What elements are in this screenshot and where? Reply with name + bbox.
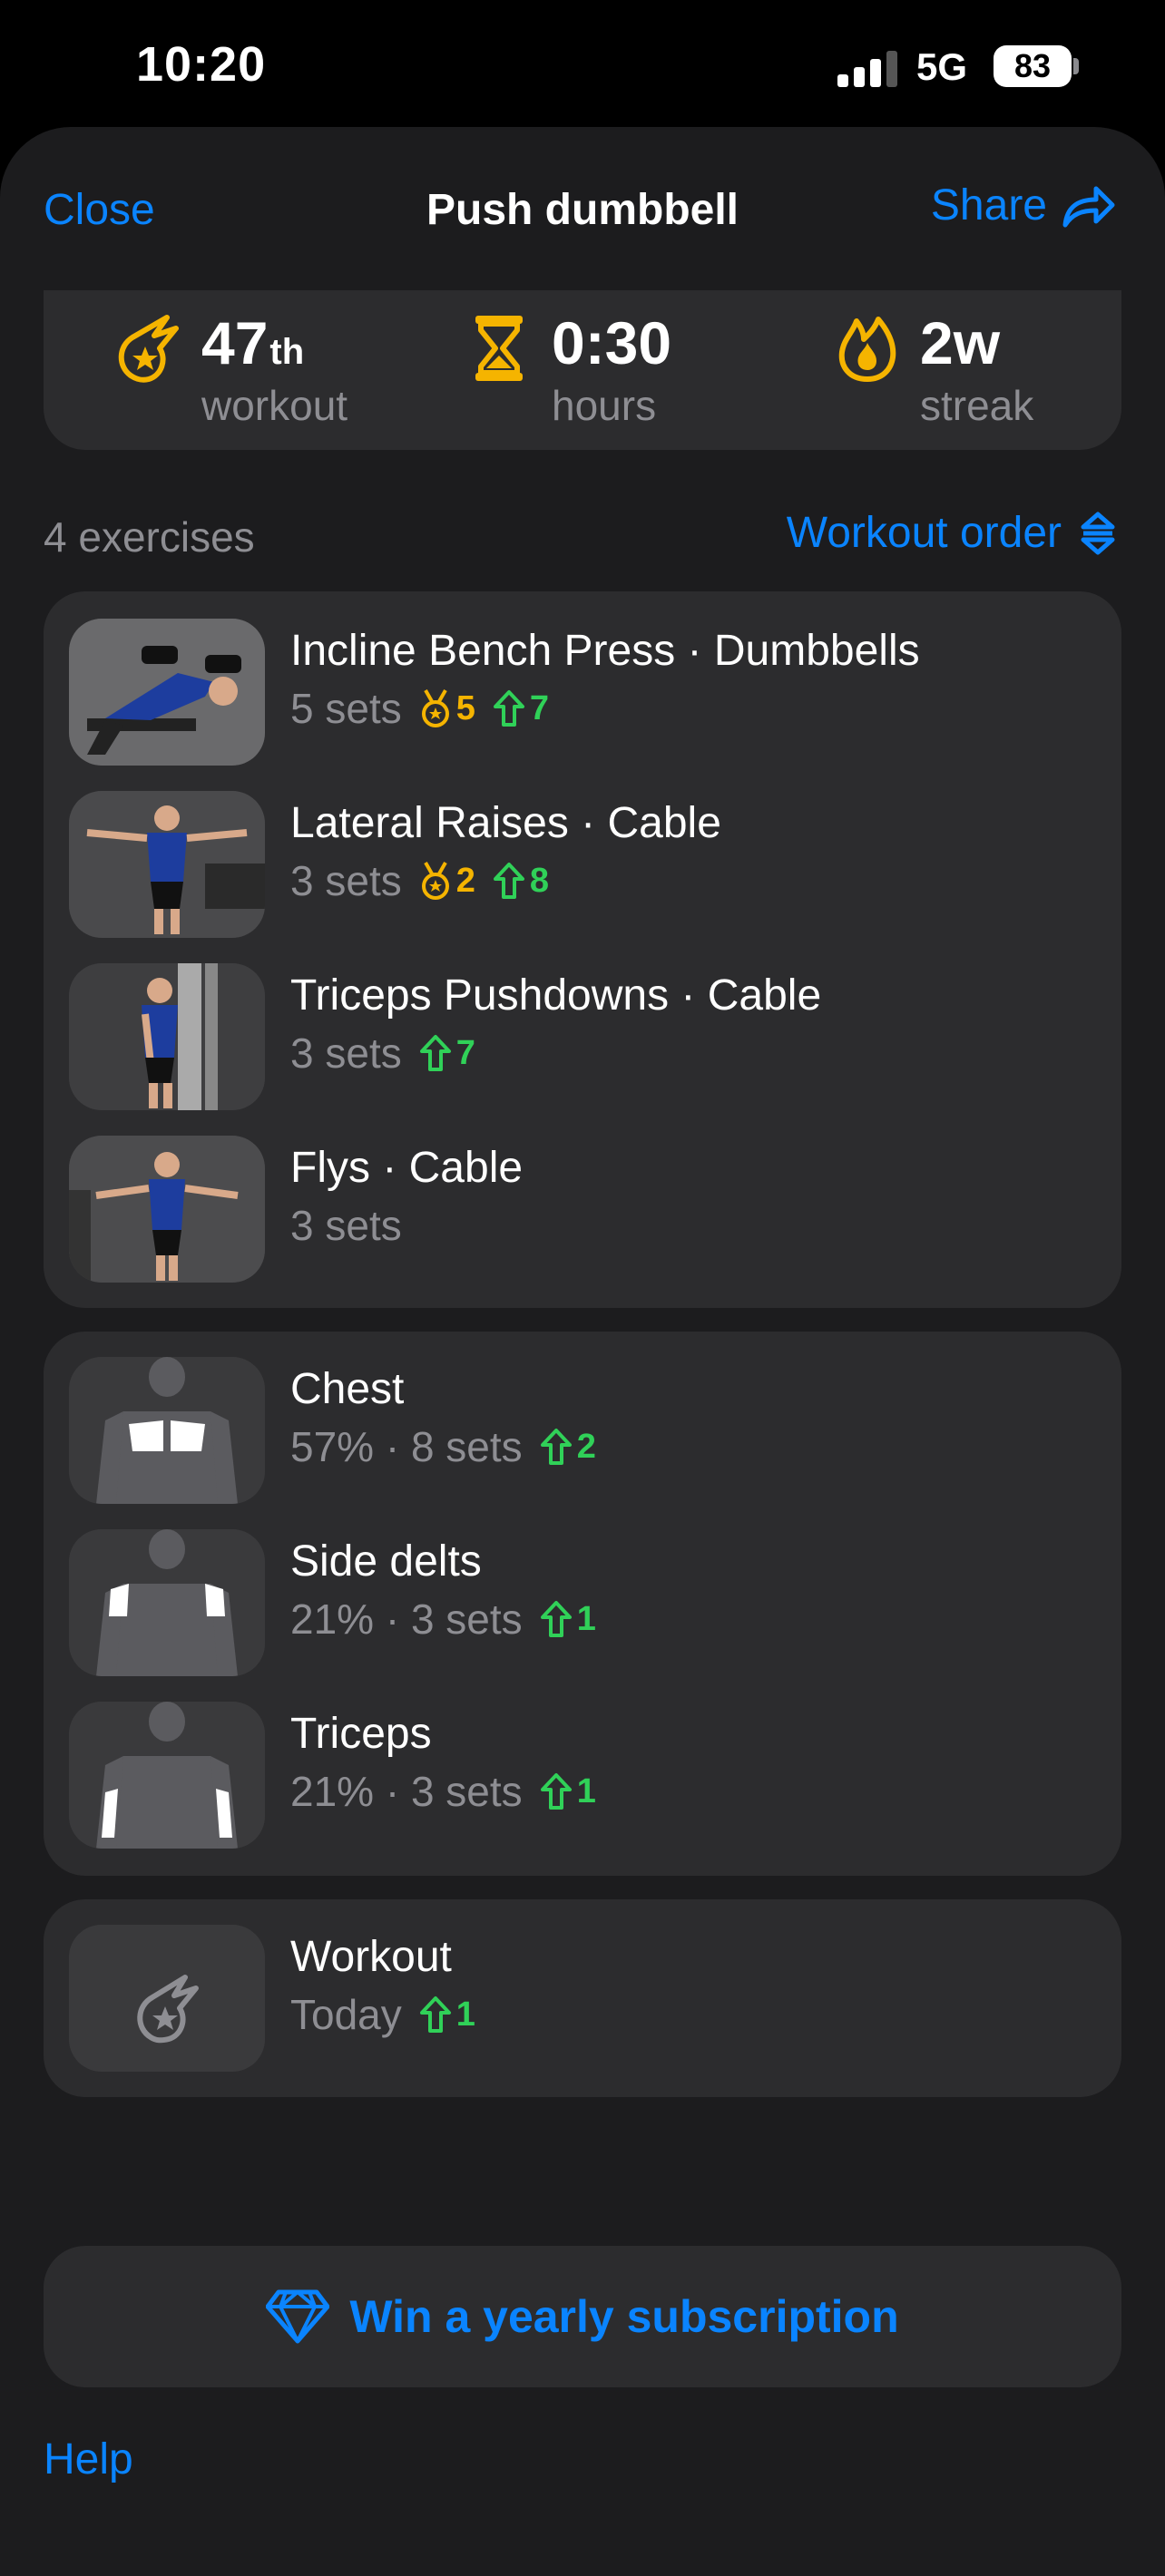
improvement-count: 1 xyxy=(576,1599,596,1638)
meteor-star-icon xyxy=(69,1925,265,2072)
status-bar: 10:20 5G 83 xyxy=(0,0,1165,127)
personal-record-badge: 5 xyxy=(418,688,475,728)
share-label: Share xyxy=(930,181,1047,229)
stat-value: 47 xyxy=(201,309,269,376)
exercise-name: Triceps Pushdowns · Cable xyxy=(290,971,822,1020)
share-button[interactable]: Share xyxy=(931,180,1116,230)
exercise-thumbnail xyxy=(69,791,265,938)
muscle-detail: 21% · 3 sets xyxy=(290,1768,523,1815)
improvement-badge: 1 xyxy=(539,1771,596,1811)
arrow-up-icon xyxy=(540,1429,572,1465)
stats-card: 47th workout 0:30 hours 2w streak xyxy=(44,290,1121,450)
diamond-icon xyxy=(266,2289,330,2344)
arrow-up-icon xyxy=(540,1601,572,1637)
exercises-card: Incline Bench Press · Dumbbells 5 sets 5… xyxy=(44,591,1121,1308)
improvement-badge: 1 xyxy=(418,1995,475,2034)
stat-suffix: th xyxy=(269,332,305,372)
triceps-muscle-icon xyxy=(69,1702,265,1849)
meteor-star-icon xyxy=(118,315,179,383)
exercise-sets: 3 sets xyxy=(290,1029,402,1077)
stat-value: 2w xyxy=(920,309,1001,376)
muscle-detail: 21% · 3 sets xyxy=(290,1595,523,1643)
workout-name: Workout xyxy=(290,1933,452,1981)
medal-count: 2 xyxy=(455,861,475,900)
workout-order-label: Workout order xyxy=(786,509,1062,557)
muscle-detail: 57% · 8 sets xyxy=(290,1423,523,1470)
exercise-sets: 3 sets xyxy=(290,1202,402,1249)
stat-value: 0:30 xyxy=(552,309,672,376)
stat-label: hours xyxy=(552,382,657,429)
stat-label: workout xyxy=(201,382,348,429)
chest-muscle-icon xyxy=(69,1357,265,1504)
medal-count: 5 xyxy=(455,688,475,727)
exercise-name: Lateral Raises · Cable xyxy=(290,799,721,847)
improvement-badge: 2 xyxy=(539,1427,596,1467)
improvement-badge: 7 xyxy=(492,688,549,728)
workout-date: Today xyxy=(290,1991,402,2038)
status-time: 10:20 xyxy=(136,37,267,92)
flame-icon xyxy=(838,317,896,382)
workout-summary-sheet: Close Push dumbbell Share 47th workout 0… xyxy=(0,127,1165,2576)
improvement-badge: 1 xyxy=(539,1599,596,1639)
exercise-row[interactable]: Triceps Pushdowns · Cable 3 sets 7 xyxy=(69,963,1103,1110)
exercise-thumbnail xyxy=(69,619,265,766)
muscle-name: Triceps xyxy=(290,1710,432,1758)
exercise-thumbnail xyxy=(69,963,265,1110)
medal-icon xyxy=(421,862,449,900)
exercise-row[interactable]: Incline Bench Press · Dumbbells 5 sets 5… xyxy=(69,619,1103,766)
arrow-up-icon xyxy=(419,1996,451,2033)
battery-cap xyxy=(1073,58,1079,74)
improvement-count: 7 xyxy=(455,1033,475,1072)
battery-icon: 83 xyxy=(994,45,1072,87)
stat-label: streak xyxy=(920,382,1034,429)
improvement-count: 7 xyxy=(529,688,550,727)
improvement-count: 2 xyxy=(576,1427,596,1466)
exercise-row[interactable]: Flys · Cable 3 sets xyxy=(69,1136,1103,1283)
improvement-count: 8 xyxy=(529,861,550,900)
sort-chevrons-icon xyxy=(1081,512,1115,554)
workout-order-button[interactable]: Workout order xyxy=(787,508,1116,558)
network-label: 5G xyxy=(916,45,968,88)
muscle-name: Chest xyxy=(290,1365,405,1413)
personal-record-badge: 2 xyxy=(418,861,475,901)
arrow-up-icon xyxy=(493,690,524,727)
side-delts-muscle-icon xyxy=(69,1529,265,1676)
muscles-card: Chest 57% · 8 sets 2 Side delts 21% · 3 … xyxy=(44,1332,1121,1876)
improvement-count: 1 xyxy=(576,1771,596,1810)
exercise-sets: 3 sets xyxy=(290,857,402,904)
share-arrow-icon xyxy=(1062,186,1115,228)
muscle-row[interactable]: Triceps 21% · 3 sets 1 xyxy=(69,1702,1103,1849)
hourglass-icon xyxy=(475,316,523,381)
win-subscription-button[interactable]: Win a yearly subscription xyxy=(44,2246,1121,2387)
workout-history-card[interactable]: Workout Today 1 xyxy=(44,1899,1121,2097)
muscle-name: Side delts xyxy=(290,1537,482,1586)
exercise-row[interactable]: Lateral Raises · Cable 3 sets 2 8 xyxy=(69,791,1103,938)
muscle-row[interactable]: Chest 57% · 8 sets 2 xyxy=(69,1357,1103,1504)
exercise-sets: 5 sets xyxy=(290,685,402,732)
exercise-count: 4 exercises xyxy=(44,513,255,561)
help-link[interactable]: Help xyxy=(44,2435,133,2484)
arrow-up-icon xyxy=(419,1035,451,1071)
workout-row: Workout Today 1 xyxy=(69,1925,1103,2072)
exercise-thumbnail xyxy=(69,1136,265,1283)
improvement-badge: 8 xyxy=(492,861,549,901)
arrow-up-icon xyxy=(493,863,524,899)
exercise-name: Incline Bench Press · Dumbbells xyxy=(290,627,920,675)
workout-thumb xyxy=(69,1925,265,2072)
muscle-row[interactable]: Side delts 21% · 3 sets 1 xyxy=(69,1529,1103,1676)
improvement-count: 1 xyxy=(455,1995,475,2034)
exercise-name: Flys · Cable xyxy=(290,1144,524,1192)
improvement-badge: 7 xyxy=(418,1033,475,1073)
signal-icon xyxy=(837,51,897,87)
arrow-up-icon xyxy=(540,1773,572,1810)
promo-label: Win a yearly subscription xyxy=(349,2291,899,2342)
medal-icon xyxy=(421,689,449,727)
